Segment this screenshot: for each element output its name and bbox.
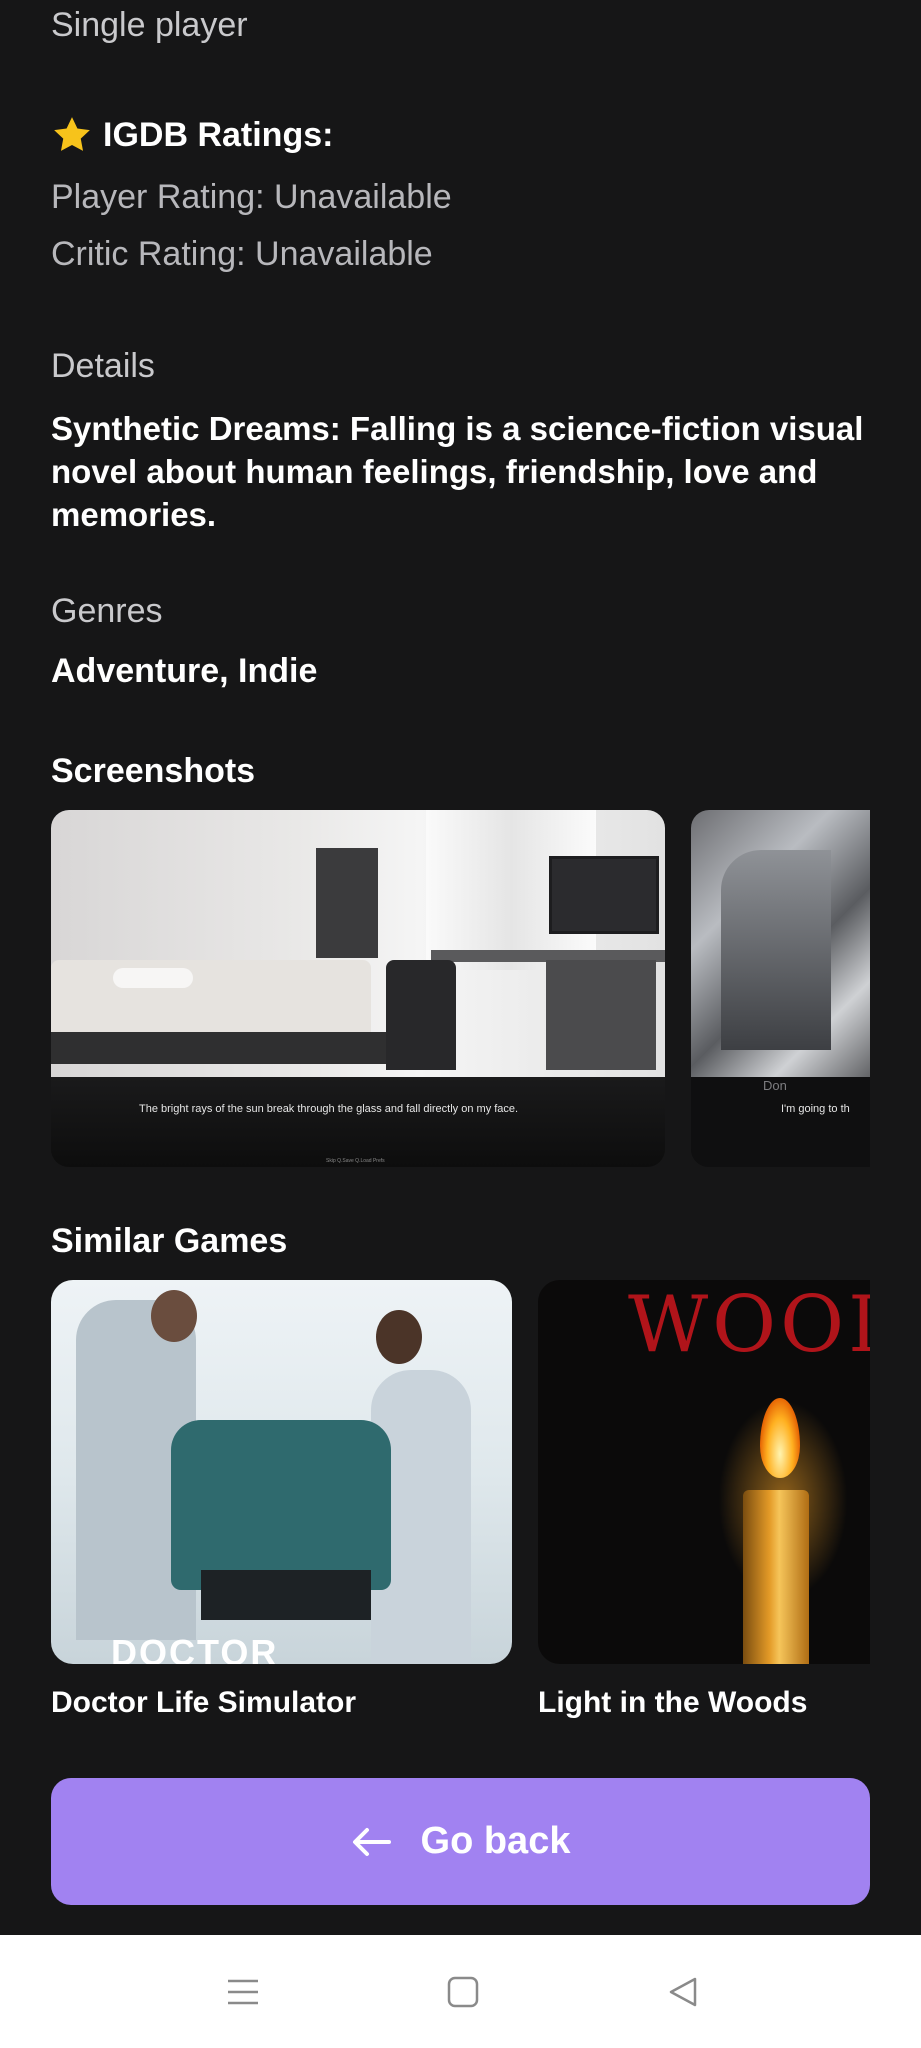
home-button[interactable] — [403, 1935, 523, 2048]
screenshot-item[interactable]: Don I'm going to th — [691, 810, 870, 1167]
game-cover-image[interactable]: DOCTOR — [51, 1280, 512, 1664]
similar-games-carousel[interactable]: DOCTOR Doctor Life Simulator WOODS Light… — [51, 1280, 870, 1720]
similar-game-card[interactable]: WOODS Light in the Woods — [538, 1280, 870, 1720]
screenshot-dialog-text: I'm going to th — [781, 1103, 850, 1115]
screenshot-item[interactable]: The bright rays of the sun break through… — [51, 810, 665, 1167]
game-cover-image[interactable]: WOODS — [538, 1280, 870, 1664]
system-navigation-bar — [0, 1935, 921, 2048]
details-text: Synthetic Dreams: Falling is a science-f… — [51, 410, 864, 533]
genres-value: Adventure, Indie — [51, 652, 318, 690]
game-detail-page: Single player IGDB Ratings: Player Ratin… — [0, 0, 921, 2048]
menu-icon — [228, 1979, 258, 2004]
similar-game-card[interactable]: DOCTOR Doctor Life Simulator — [51, 1280, 512, 1720]
game-logo: DOCTOR — [111, 1632, 279, 1664]
go-back-button[interactable]: Go back — [51, 1778, 870, 1905]
star-icon — [54, 117, 90, 151]
screenshot-dialog-text: The bright rays of the sun break through… — [139, 1103, 519, 1115]
dialog-box — [51, 1077, 665, 1167]
back-button[interactable] — [623, 1935, 743, 2048]
back-icon — [669, 1977, 697, 2006]
recent-apps-button[interactable] — [183, 1935, 303, 2048]
candle-image — [743, 1490, 809, 1664]
screenshot-speaker: Don — [763, 1078, 787, 1093]
game-mode-text: Single player — [51, 6, 248, 44]
screenshots-carousel[interactable]: The bright rays of the sun break through… — [51, 810, 870, 1167]
game-logo: WOODS — [628, 1280, 870, 1370]
go-back-label: Go back — [420, 1820, 571, 1862]
similar-games-heading: Similar Games — [51, 1222, 288, 1260]
player-rating: Player Rating: Unavailable — [51, 178, 452, 216]
home-icon — [447, 1976, 479, 2007]
screenshot-menu-text: Skip Q.Save Q.Load Prefs — [326, 1158, 385, 1164]
game-title[interactable]: Light in the Woods — [538, 1686, 870, 1720]
screenshots-heading: Screenshots — [51, 752, 256, 790]
ratings-heading: IGDB Ratings: — [51, 114, 333, 156]
arrow-left-icon — [352, 1827, 391, 1856]
details-label: Details — [51, 347, 155, 385]
game-title[interactable]: Doctor Life Simulator — [51, 1686, 512, 1720]
ratings-title: IGDB Ratings: — [103, 115, 334, 154]
critic-rating: Critic Rating: Unavailable — [51, 235, 433, 273]
genres-label: Genres — [51, 592, 163, 630]
